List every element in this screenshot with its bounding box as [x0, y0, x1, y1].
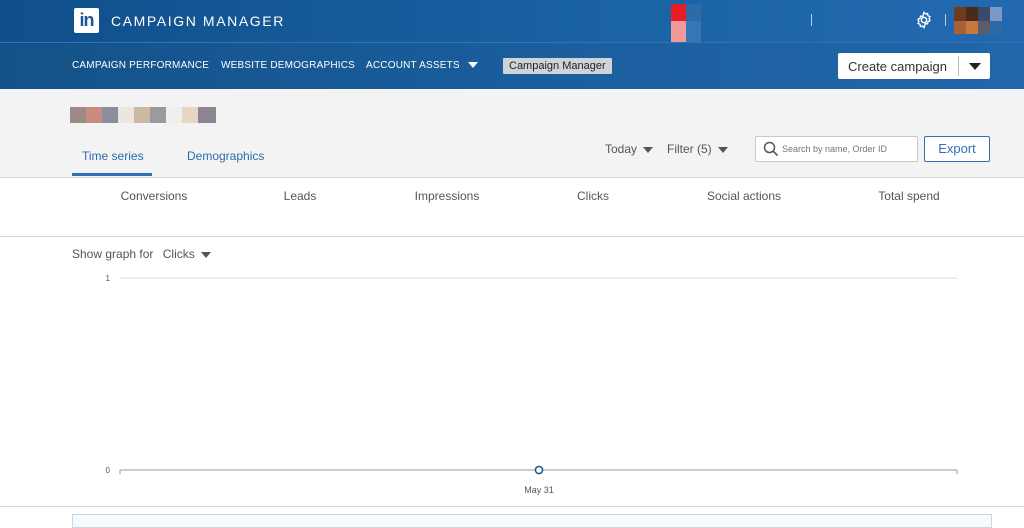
y-tick-label: 0 [106, 466, 111, 475]
data-point [534, 465, 544, 475]
section-divider [0, 506, 1024, 507]
y-tick-label: 1 [106, 274, 111, 283]
time-series-chart: 1 0 May 31 [106, 274, 958, 495]
campaign-table-container [72, 514, 992, 528]
x-tick-label: May 31 [524, 485, 554, 495]
